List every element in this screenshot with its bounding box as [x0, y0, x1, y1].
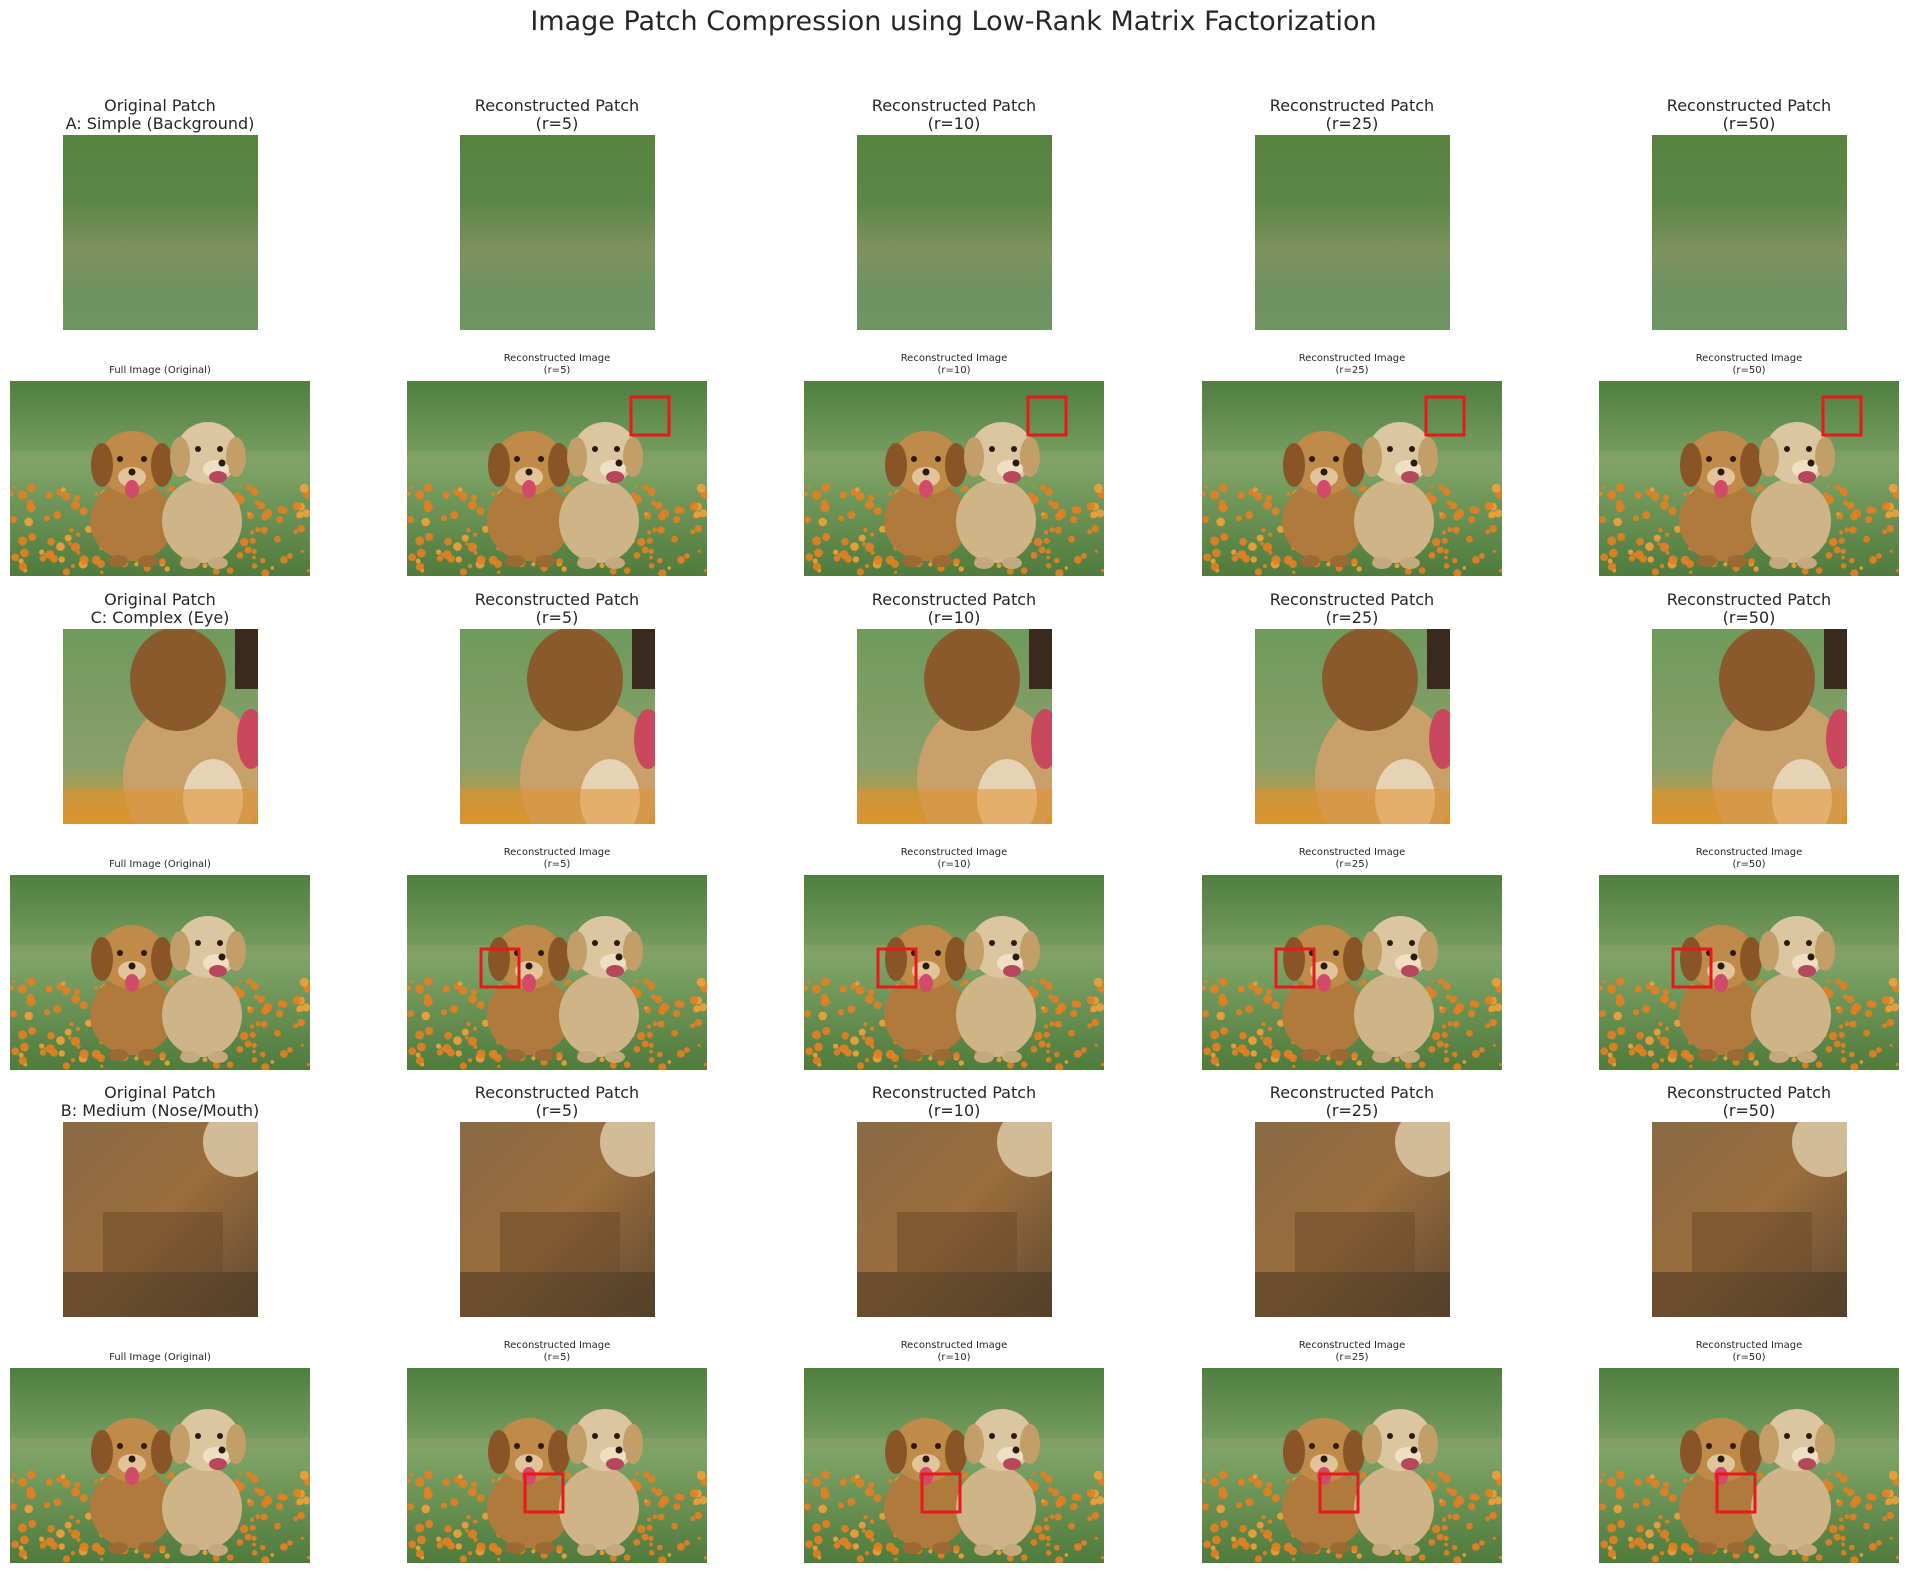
- full-reconstructed-image: [804, 875, 1104, 1070]
- reconstructed-patch-image: [1254, 135, 1450, 330]
- puppies-photo-icon: [10, 875, 310, 1070]
- full-reconstructed-image: [1599, 381, 1899, 576]
- reconstructed-patch-image: [459, 629, 655, 824]
- reconstructed-patch-title: Reconstructed Patch (r=25): [1269, 590, 1435, 627]
- puppies-photo-icon: [1202, 1368, 1502, 1563]
- full-original-image: [10, 1368, 310, 1563]
- reconstructed-patch-image: [1651, 135, 1847, 330]
- full-reconstructed-image: [804, 381, 1104, 576]
- reconstructed-image-title: Reconstructed Image (r=10): [900, 1340, 1008, 1363]
- original-patch-image: [62, 629, 258, 824]
- reconstructed-image-title: Reconstructed Image (r=50): [1695, 353, 1803, 376]
- reconstructed-patch-title: Reconstructed Patch (r=50): [1666, 590, 1832, 627]
- puppies-photo-icon: [407, 381, 707, 576]
- full-reconstructed-image: [407, 875, 707, 1070]
- reconstructed-patch-image: [1651, 629, 1847, 824]
- reconstructed-image-title: Reconstructed Image (r=5): [503, 353, 611, 376]
- full-reconstructed-image: [1599, 1368, 1899, 1563]
- puppies-photo-icon: [804, 1368, 1104, 1563]
- reconstructed-patch-image: [459, 135, 655, 330]
- full-original-image: [10, 381, 310, 576]
- original-patch-title: Original Patch C: Complex (Eye): [90, 590, 230, 627]
- reconstructed-image-title: Reconstructed Image (r=50): [1695, 847, 1803, 870]
- reconstructed-patch-image: [856, 629, 1052, 824]
- puppies-photo-icon: [1599, 875, 1899, 1070]
- full-reconstructed-image: [1202, 875, 1502, 1070]
- reconstructed-patch-title: Reconstructed Patch (r=25): [1269, 1083, 1435, 1120]
- original-patch-title: Original Patch B: Medium (Nose/Mouth): [60, 1083, 260, 1120]
- full-image-title: Full Image (Original): [109, 859, 211, 870]
- reconstructed-patch-title: Reconstructed Patch (r=50): [1666, 1083, 1832, 1120]
- reconstructed-patch-title: Reconstructed Patch (r=25): [1269, 96, 1435, 133]
- reconstructed-patch-title: Reconstructed Patch (r=10): [871, 96, 1037, 133]
- figure-title: Image Patch Compression using Low-Rank M…: [530, 6, 1377, 37]
- full-reconstructed-image: [804, 1368, 1104, 1563]
- reconstructed-patch-title: Reconstructed Patch (r=5): [474, 1083, 640, 1120]
- puppies-photo-icon: [1599, 381, 1899, 576]
- full-reconstructed-image: [1202, 1368, 1502, 1563]
- puppies-photo-icon: [1599, 1368, 1899, 1563]
- reconstructed-patch-image: [856, 135, 1052, 330]
- reconstructed-image-title: Reconstructed Image (r=5): [503, 1340, 611, 1363]
- full-reconstructed-image: [1202, 381, 1502, 576]
- full-image-title: Full Image (Original): [109, 365, 211, 376]
- puppies-photo-icon: [804, 875, 1104, 1070]
- reconstructed-patch-title: Reconstructed Patch (r=50): [1666, 96, 1832, 133]
- puppies-photo-icon: [10, 381, 310, 576]
- reconstructed-patch-image: [1254, 629, 1450, 824]
- reconstructed-patch-title: Reconstructed Patch (r=5): [474, 96, 640, 133]
- original-patch-image: [62, 1122, 258, 1317]
- reconstructed-patch-title: Reconstructed Patch (r=10): [871, 590, 1037, 627]
- puppies-photo-icon: [1202, 875, 1502, 1070]
- puppies-photo-icon: [804, 381, 1104, 576]
- full-reconstructed-image: [407, 381, 707, 576]
- reconstructed-patch-image: [1254, 1122, 1450, 1317]
- original-patch-image: [62, 135, 258, 330]
- reconstructed-image-title: Reconstructed Image (r=25): [1298, 1340, 1406, 1363]
- full-image-title: Full Image (Original): [109, 1352, 211, 1363]
- reconstructed-image-title: Reconstructed Image (r=10): [900, 353, 1008, 376]
- reconstructed-image-title: Reconstructed Image (r=5): [503, 847, 611, 870]
- reconstructed-patch-image: [1651, 1122, 1847, 1317]
- original-patch-title: Original Patch A: Simple (Background): [65, 96, 255, 133]
- puppies-photo-icon: [407, 875, 707, 1070]
- reconstructed-image-title: Reconstructed Image (r=25): [1298, 353, 1406, 376]
- full-original-image: [10, 875, 310, 1070]
- reconstructed-image-title: Reconstructed Image (r=25): [1298, 847, 1406, 870]
- reconstructed-image-title: Reconstructed Image (r=50): [1695, 1340, 1803, 1363]
- reconstructed-patch-title: Reconstructed Patch (r=10): [871, 1083, 1037, 1120]
- reconstructed-patch-title: Reconstructed Patch (r=5): [474, 590, 640, 627]
- reconstructed-patch-image: [459, 1122, 655, 1317]
- reconstructed-patch-image: [856, 1122, 1052, 1317]
- puppies-photo-icon: [1202, 381, 1502, 576]
- reconstructed-image-title: Reconstructed Image (r=10): [900, 847, 1008, 870]
- full-reconstructed-image: [407, 1368, 707, 1563]
- full-reconstructed-image: [1599, 875, 1899, 1070]
- puppies-photo-icon: [407, 1368, 707, 1563]
- puppies-photo-icon: [10, 1368, 310, 1563]
